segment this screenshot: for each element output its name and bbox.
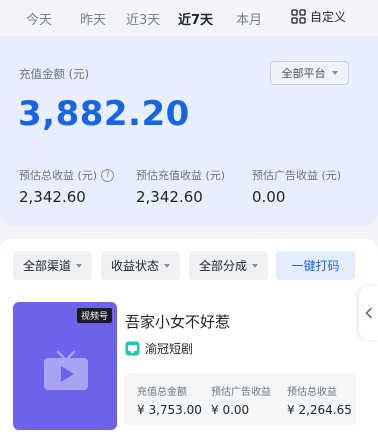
recharge-amount-label: 充值金额 (元) [19, 67, 90, 81]
custom-range-button[interactable]: 自定义 [291, 8, 346, 25]
est-ad-revenue-value: 0.00 [252, 188, 286, 206]
est-recharge-revenue-label-text: 预估充值收益 (元) [136, 169, 226, 182]
revenue-status-filter[interactable]: 收益状态 [101, 251, 180, 280]
drama-title[interactable]: 吾家小女不好惹 [125, 311, 230, 332]
stat-ad-revenue-label: 预估广告收益 [211, 387, 271, 398]
producer-icon [125, 341, 140, 356]
side-panel-handle[interactable] [359, 286, 378, 340]
share-filter-label: 全部分成 [198, 259, 247, 273]
producer-name: 渝冠短剧 [145, 342, 194, 356]
stat-recharge-total-value: ¥ 3,753.00 [137, 403, 202, 417]
est-recharge-revenue-label: 预估充值收益 (元) [136, 167, 225, 183]
tab-last-7-days[interactable]: 近7天 [178, 9, 213, 28]
help-icon[interactable]: ? [101, 168, 115, 182]
tv-play-icon [44, 350, 88, 390]
tab-yesterday[interactable]: 昨天 [80, 9, 106, 28]
channel-filter-label: 全部渠道 [22, 259, 71, 273]
drama-stats: 充值总金额 ¥ 3,753.00 预估广告收益 ¥ 0.00 预估总收益 ¥ 2… [124, 373, 356, 425]
est-recharge-revenue-value: 2,342.60 [136, 188, 203, 206]
caret-down-icon [331, 71, 338, 75]
est-ad-revenue-label: 预估广告收益 (元) [252, 167, 341, 183]
stat-ad-revenue-value: ¥ 0.00 [211, 403, 250, 417]
tab-this-month[interactable]: 本月 [236, 9, 262, 28]
drama-poster[interactable]: 视频号 [13, 302, 117, 430]
caret-down-icon [76, 263, 82, 268]
poster-tag: 视频号 [76, 308, 112, 323]
tab-today[interactable]: 今天 [26, 9, 52, 28]
stat-recharge-total-label: 充值总金额 [137, 387, 187, 398]
producer: 渝冠短剧 [125, 340, 193, 357]
channel-filter[interactable]: 全部渠道 [13, 251, 92, 280]
tab-last-3-days[interactable]: 近3天 [126, 9, 160, 28]
caret-down-icon [164, 263, 170, 268]
share-filter[interactable]: 全部分成 [189, 251, 268, 280]
caret-down-icon [252, 263, 258, 268]
est-ad-revenue-label-text: 预估广告收益 (元) [252, 169, 342, 182]
custom-range-label: 自定义 [310, 10, 347, 24]
revenue-status-filter-label: 收益状态 [110, 259, 159, 273]
est-total-revenue-label-text: 预估总收益 (元) [19, 169, 98, 182]
one-click-mark-button[interactable]: 一键打码 [276, 251, 355, 280]
chevron-left-icon [364, 307, 372, 319]
stat-total-revenue-label: 预估总收益 [287, 387, 337, 398]
drama-list: 全部渠道 收益状态 全部分成 一键打码 视频号 吾家小女不好惹 渝冠短剧 充值总… [0, 239, 378, 436]
grid-icon [291, 9, 306, 24]
platform-select-value: 全部平台 [281, 67, 326, 80]
est-total-revenue-label: 预估总收益 (元) ? [19, 167, 115, 183]
platform-select[interactable]: 全部平台 [270, 61, 349, 85]
summary-card: 充值金额 (元) 全部平台 3,882.20 预估总收益 (元) ? 2,342… [0, 36, 378, 226]
stat-total-revenue-value: ¥ 2,264.65 [287, 403, 352, 417]
est-total-revenue-value: 2,342.60 [19, 188, 86, 206]
recharge-amount-value: 3,882.20 [18, 94, 190, 134]
date-range-tabs: 今天 昨天 近3天 近7天 本月 自定义 [0, 0, 378, 36]
